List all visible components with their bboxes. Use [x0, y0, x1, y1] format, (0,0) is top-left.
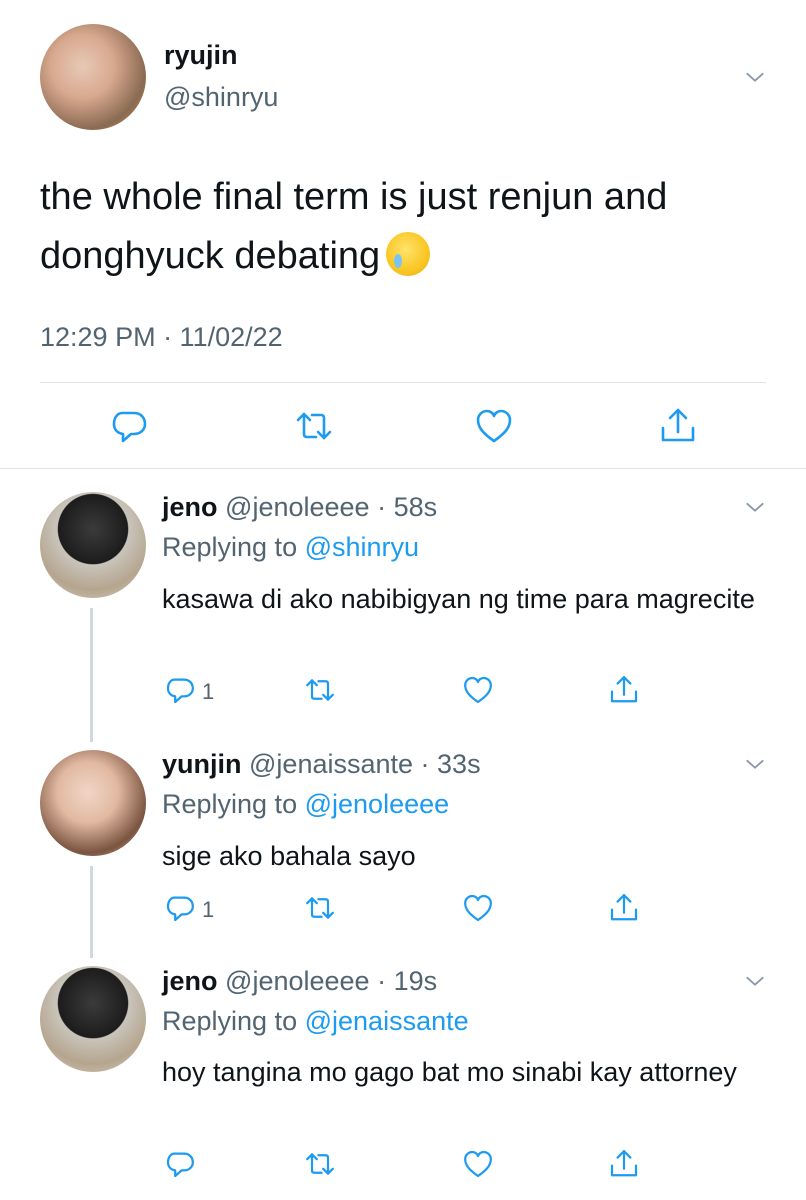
reply-count: 1 [202, 897, 215, 922]
replying-to: Replying to @shinryu [162, 532, 419, 563]
like-button[interactable] [474, 406, 514, 446]
share-icon [661, 408, 695, 442]
reply-icon [166, 1152, 194, 1178]
tweet-timestamp[interactable]: 12:29 PM · 11/02/22 [40, 322, 283, 353]
mention-link[interactable]: @jenaissante [305, 1006, 469, 1036]
heart-icon [464, 894, 492, 922]
author-name[interactable]: yunjin [162, 749, 242, 779]
share-icon [610, 676, 638, 703]
like-button[interactable] [462, 674, 494, 706]
retweet-button[interactable] [304, 1148, 336, 1180]
divider [40, 382, 766, 383]
reply-text: sige ako bahala sayo [162, 841, 416, 871]
divider [0, 468, 806, 469]
like-button[interactable] [462, 1148, 494, 1180]
reply-header: jeno @jenoleeee · 19s [162, 966, 437, 997]
retweet-icon [306, 1153, 334, 1175]
reply-icon [112, 411, 147, 443]
share-icon [610, 1150, 638, 1177]
heart-icon [476, 409, 512, 443]
author-name[interactable]: jeno [162, 966, 218, 996]
author-handle[interactable]: @shinryu [164, 82, 278, 113]
face-holding-back-tears-emoji [386, 232, 431, 276]
avatar[interactable] [40, 24, 146, 130]
mention-link[interactable]: @jenoleeee [305, 789, 450, 819]
retweet-button[interactable] [294, 406, 334, 446]
avatar[interactable] [40, 966, 146, 1072]
replying-label: Replying to [162, 789, 298, 819]
replying-to: Replying to @jenoleeee [162, 789, 449, 820]
chevron-down-icon[interactable] [744, 496, 766, 518]
tweet-text: the whole final term is just renjun and … [40, 168, 780, 286]
chevron-down-icon[interactable] [744, 66, 766, 88]
replying-to: Replying to @jenaissante [162, 1006, 469, 1037]
reply-count: 1 [202, 679, 215, 704]
retweet-icon [306, 679, 334, 701]
reply-text: kasawa di ako nabibigyan ng time para ma… [162, 584, 755, 614]
reply-button[interactable] [164, 1148, 196, 1180]
like-button[interactable] [462, 892, 494, 924]
author-handle[interactable]: @jenaissante [249, 749, 413, 779]
retweet-button[interactable] [304, 674, 336, 706]
author-name[interactable]: jeno [162, 492, 218, 522]
tweet-time[interactable]: · 33s [421, 749, 481, 779]
avatar[interactable] [40, 492, 146, 598]
retweet-icon [306, 897, 334, 919]
reply-header: yunjin @jenaissante · 33s [162, 749, 481, 780]
retweet-button[interactable] [304, 892, 336, 924]
reply-icon [166, 896, 194, 922]
reply-header: jeno @jenoleeee · 58s [162, 492, 437, 523]
thread-line [90, 608, 93, 742]
chevron-down-icon[interactable] [744, 970, 766, 992]
thread-line [90, 866, 93, 958]
share-button[interactable] [608, 674, 640, 706]
share-button[interactable] [658, 406, 698, 446]
share-button[interactable] [608, 892, 640, 924]
chevron-down-icon[interactable] [744, 753, 766, 775]
tweet-time[interactable]: · 58s [377, 492, 437, 522]
heart-icon [464, 676, 492, 704]
reply-icon [166, 678, 194, 704]
reply-text: hoy tangina mo gago bat mo sinabi kay at… [162, 1057, 737, 1087]
reply-button[interactable] [109, 406, 149, 446]
author-handle[interactable]: @jenoleeee [225, 966, 370, 996]
avatar[interactable] [40, 750, 146, 856]
reply-button[interactable] [164, 892, 196, 924]
main-tweet: ryujin @shinryu the whole final term is … [0, 0, 806, 468]
tweet-text-content: the whole final term is just renjun and … [40, 176, 668, 277]
author-name[interactable]: ryujin [164, 40, 238, 71]
share-button[interactable] [608, 1148, 640, 1180]
author-handle[interactable]: @jenoleeee [225, 492, 370, 522]
tweet-time[interactable]: · 19s [377, 966, 437, 996]
share-icon [610, 894, 638, 921]
replying-label: Replying to [162, 1006, 298, 1036]
retweet-icon [296, 412, 332, 440]
mention-link[interactable]: @shinryu [305, 532, 419, 562]
replying-label: Replying to [162, 532, 298, 562]
heart-icon [464, 1150, 492, 1178]
reply-button[interactable] [164, 674, 196, 706]
